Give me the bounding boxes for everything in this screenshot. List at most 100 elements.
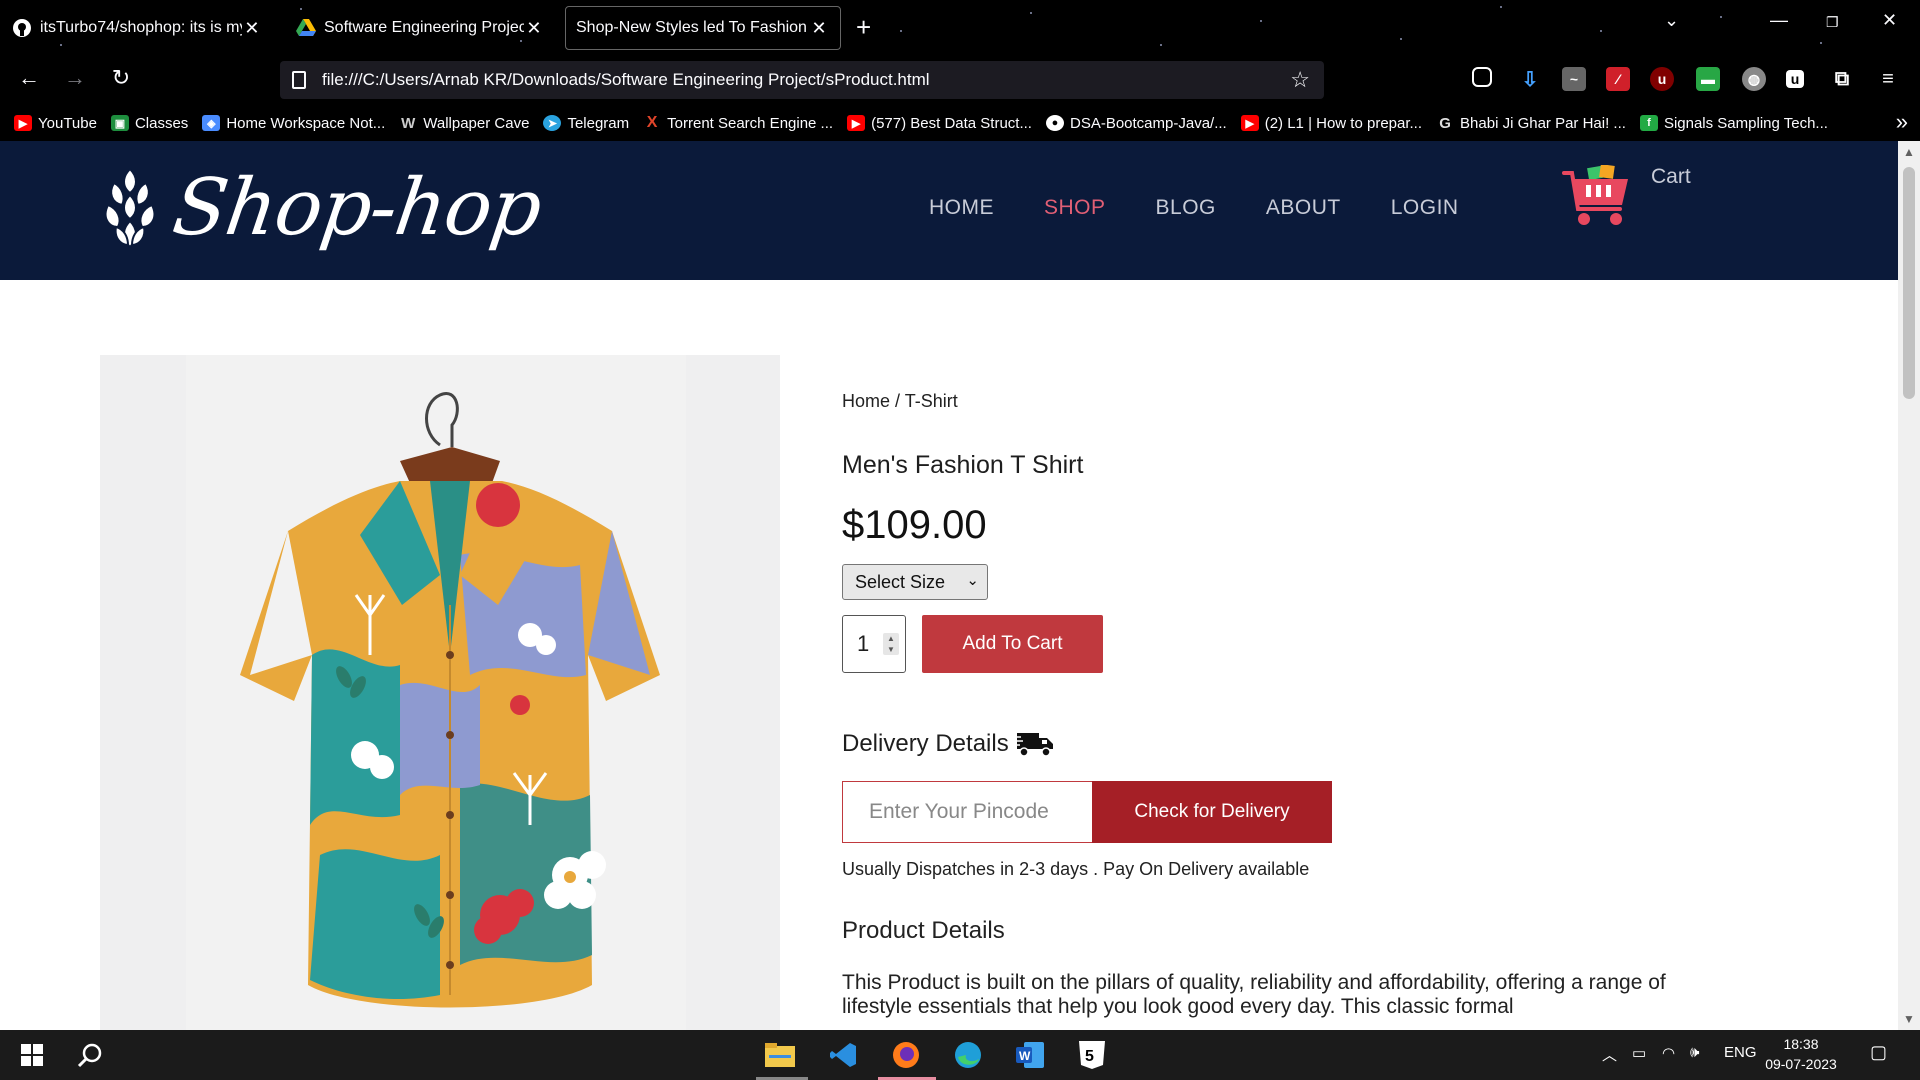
battery-icon[interactable]: ▭: [1632, 1044, 1646, 1062]
product-details-text: This Product is built on the pillars of …: [842, 971, 1666, 1018]
browser-navigation-bar: ← → ↻ file:///C:/Users/Arnab KR/Download…: [0, 55, 1920, 105]
quantity-value: 1: [857, 631, 870, 656]
breadcrumb[interactable]: Home / T-Shirt: [842, 391, 1802, 412]
shopping-cart-icon[interactable]: [1562, 165, 1632, 231]
bookmark-telegram[interactable]: ➤ Telegram: [543, 115, 629, 132]
bookmark-label: Wallpaper Cave: [423, 114, 530, 132]
close-tab-icon[interactable]: ✕: [808, 18, 830, 39]
tab-drive[interactable]: Software Engineering Project - ✕: [286, 6, 554, 50]
bookmark-wallpaper-cave[interactable]: W Wallpaper Cave: [399, 115, 529, 132]
tab-shop-active[interactable]: Shop-New Styles led To Fashion ✕: [565, 6, 841, 50]
bookmark-label: Home Workspace Not...: [226, 114, 386, 132]
web-icon: G: [1439, 114, 1451, 132]
globe-extension-icon[interactable]: ◍: [1742, 67, 1766, 91]
ublock-origin-icon[interactable]: u: [1650, 67, 1674, 91]
pincode-input[interactable]: Enter Your Pincode: [842, 781, 1092, 843]
vscode-icon[interactable]: [826, 1038, 862, 1072]
shirt-illustration: [186, 355, 686, 1030]
html5-icon[interactable]: 5: [1074, 1038, 1110, 1072]
check-delivery-button[interactable]: Check for Delivery: [1092, 781, 1332, 843]
close-window-button[interactable]: ✕: [1882, 10, 1897, 31]
product-details: Home / T-Shirt Men's Fashion T Shirt $10…: [842, 391, 1802, 1018]
bookmark-data-struct[interactable]: ▶ (577) Best Data Struct...: [847, 115, 1032, 132]
system-clock[interactable]: 18:38 09-07-2023: [1756, 1034, 1846, 1074]
nav-blog[interactable]: BLOG: [1156, 196, 1216, 220]
cart-label[interactable]: Cart: [1651, 165, 1691, 189]
bookmark-dsa-bootcamp[interactable]: ● DSA-Bootcamp-Java/...: [1045, 115, 1227, 132]
file-explorer-icon[interactable]: [762, 1038, 798, 1072]
scroll-down-icon[interactable]: ▼: [1898, 1012, 1920, 1026]
workspace-icon: ◈: [202, 115, 221, 131]
volume-icon[interactable]: 🕪: [1690, 1044, 1699, 1061]
search-icon[interactable]: [72, 1038, 108, 1072]
page-icon: [292, 71, 306, 89]
notifications-icon[interactable]: ▢: [1870, 1042, 1887, 1063]
downloads-icon[interactable]: ⇩: [1518, 67, 1542, 91]
bookmark-label: Telegram: [567, 114, 630, 132]
bookmark-label: Torrent Search Engine ...: [667, 114, 834, 132]
extension-icon[interactable]: ~: [1562, 67, 1586, 91]
bookmark-label: (577) Best Data Struct...: [871, 114, 1032, 132]
edge-icon[interactable]: [950, 1038, 986, 1072]
hop-cone-logo-icon: [104, 167, 156, 249]
spin-arrows-icon[interactable]: ▲ ▼: [883, 633, 899, 655]
new-tab-button[interactable]: +: [856, 12, 871, 43]
delivery-details-heading: Delivery Details: [842, 729, 1055, 759]
github-icon: ●: [1045, 115, 1064, 131]
windows-start-icon[interactable]: [14, 1038, 50, 1072]
more-bookmarks-icon[interactable]: »: [1896, 109, 1908, 135]
address-bar[interactable]: file:///C:/Users/Arnab KR/Downloads/Soft…: [280, 61, 1324, 99]
extensions-puzzle-icon[interactable]: ⧉: [1830, 67, 1854, 91]
bookmark-star-icon[interactable]: ☆: [1290, 67, 1310, 93]
clock-time: 18:38: [1783, 1036, 1819, 1052]
bookmark-classes[interactable]: ▣ Classes: [110, 114, 189, 132]
close-tab-icon[interactable]: ✕: [242, 18, 262, 39]
browser-tab-strip: itsTurbo74/shophop: its is my s ✕ Softwa…: [0, 0, 1920, 55]
menu-icon[interactable]: ≡: [1876, 67, 1900, 91]
show-hidden-icons[interactable]: ︿: [1602, 1044, 1617, 1065]
nav-login[interactable]: LOGIN: [1391, 196, 1459, 220]
scrollbar-thumb[interactable]: [1903, 167, 1915, 399]
wifi-icon[interactable]: ◠: [1662, 1044, 1675, 1062]
extension-green-icon[interactable]: ▬: [1696, 67, 1720, 91]
forward-button[interactable]: →: [60, 65, 90, 91]
nav-home[interactable]: HOME: [929, 196, 994, 220]
bookmark-signals[interactable]: f Signals Sampling Tech...: [1639, 115, 1828, 132]
site-logo[interactable]: Shop-hop: [100, 163, 546, 253]
nav-shop[interactable]: SHOP: [1044, 196, 1106, 220]
list-all-tabs-icon[interactable]: ⌄: [1664, 10, 1679, 31]
close-tab-icon[interactable]: ✕: [524, 18, 544, 39]
extension-red-icon[interactable]: ⁄: [1606, 67, 1630, 91]
restore-button[interactable]: ❐: [1826, 14, 1839, 31]
bookmark-bhabi-ji[interactable]: G Bhabi Ji Ghar Par Hai! ...: [1436, 115, 1626, 132]
url-text[interactable]: file:///C:/Users/Arnab KR/Downloads/Soft…: [322, 70, 930, 90]
minimize-button[interactable]: —: [1770, 10, 1788, 31]
bookmark-youtube[interactable]: ▶ YouTube: [14, 115, 97, 132]
quantity-stepper[interactable]: 1 ▲ ▼: [842, 615, 906, 673]
page-scrollbar[interactable]: ▲ ▼: [1898, 141, 1920, 1030]
language-indicator[interactable]: ENG: [1724, 1044, 1757, 1061]
nav-about[interactable]: ABOUT: [1266, 196, 1341, 220]
youtube-icon: ▶: [1240, 115, 1259, 131]
add-to-cart-button[interactable]: Add To Cart: [922, 615, 1103, 673]
bookmark-torrent[interactable]: X Torrent Search Engine ...: [643, 114, 834, 132]
bookmark-label: Classes: [134, 114, 189, 132]
bookmark-l1[interactable]: ▶ (2) L1 | How to prepar...: [1240, 115, 1422, 132]
word-icon[interactable]: W: [1012, 1038, 1048, 1072]
windows-taskbar: W 5 ︿ ▭ ◠ 🕪 ENG 18:38 09-07-2023 ▢: [0, 1030, 1920, 1080]
scroll-up-icon[interactable]: ▲: [1898, 145, 1920, 159]
back-button[interactable]: ←: [14, 65, 44, 91]
torrent-icon: X: [646, 114, 658, 131]
tab-github[interactable]: itsTurbo74/shophop: its is my s ✕: [2, 6, 272, 50]
extension-u-icon[interactable]: u: [1786, 70, 1804, 88]
pocket-icon[interactable]: [1472, 67, 1492, 87]
size-select[interactable]: Select Size ⌄: [842, 564, 988, 600]
tab-title: itsTurbo74/shophop: its is my s: [40, 19, 242, 36]
tab-title: Shop-New Styles led To Fashion: [576, 19, 807, 36]
bookmark-home-workspace[interactable]: ◈ Home Workspace Not...: [202, 115, 385, 132]
product-price: $109.00: [842, 503, 987, 547]
reload-button[interactable]: ↻: [106, 65, 136, 91]
firefox-icon[interactable]: [888, 1038, 924, 1072]
bookmark-label: Bhabi Ji Ghar Par Hai! ...: [1460, 114, 1626, 132]
google-drive-icon: [296, 18, 316, 38]
